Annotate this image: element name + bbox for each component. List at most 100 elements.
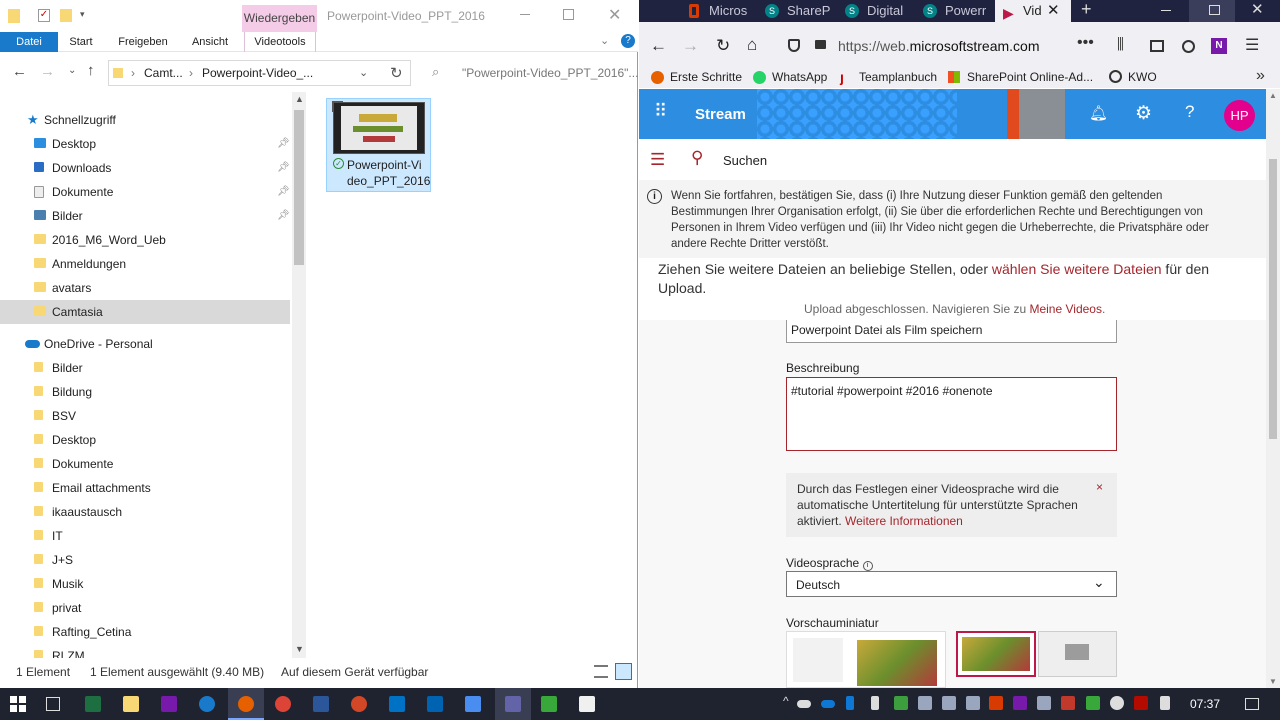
avatar[interactable]: HP [1224,100,1255,131]
home-icon[interactable]: ⌂ [747,35,757,55]
app-launcher-icon[interactable]: ⠿ [654,101,667,122]
help-question-icon[interactable]: ? [1185,102,1194,122]
tab-freigeben[interactable]: Freigeben [112,32,174,52]
acrobat-tray-icon[interactable] [1134,696,1148,710]
chrome-icon[interactable] [275,696,291,712]
snagit-icon[interactable] [579,696,595,712]
shield-icon[interactable] [788,39,800,52]
tab-microsoft[interactable]: Micros [689,0,769,22]
volume-icon[interactable] [966,696,980,710]
url-field[interactable]: https://web.microsoftstream.com [838,38,1040,54]
tray-chevron-icon[interactable]: ^ [783,694,789,708]
onenote-icon[interactable]: N [1211,38,1227,54]
quick-access-item[interactable]: Desktop 📌︎ [0,132,290,156]
onedrive-item[interactable]: privat [0,596,290,620]
pin-icon[interactable]: 📌︎ [277,132,290,156]
scroll-down-icon[interactable]: ▼ [295,644,304,654]
breadcrumb-current[interactable]: Powerpoint-Video_... [202,66,313,80]
quick-access-dropdown-icon[interactable]: ▾ [80,9,85,20]
maximize-button[interactable] [1189,0,1235,22]
onedrive-tray-icon[interactable] [797,700,811,708]
close-tab-icon[interactable]: ✕ [1047,0,1060,22]
onenote-tray-icon[interactable] [1013,696,1027,710]
pen-tray-icon[interactable] [1160,696,1170,710]
more-info-link[interactable]: Weitere Informationen [845,514,963,528]
tab-video-active[interactable]: ▶ Vid ✕ [995,0,1071,22]
outlook-icon[interactable] [389,696,405,712]
teams-taskbar-button[interactable] [495,688,531,720]
close-info-icon[interactable]: × [1096,480,1103,494]
back-arrow-icon[interactable]: ← [12,63,27,80]
onenote-icon[interactable] [161,696,177,712]
hamburger-menu-icon[interactable]: ☰ [650,150,665,170]
onedrive-item[interactable]: BSV [0,404,290,428]
scroll-up-icon[interactable]: ▲ [1269,91,1277,100]
minimize-icon[interactable] [520,14,530,15]
thumbnail-option[interactable] [786,631,946,688]
quick-access-item[interactable]: avatars [0,276,290,300]
pin-icon[interactable]: 📌︎ [277,204,290,228]
quick-access-item[interactable]: Anmeldungen [0,252,290,276]
minimize-icon[interactable] [1161,10,1171,11]
bookmark-whatsapp[interactable]: WhatsApp [753,69,827,85]
file-explorer-icon[interactable] [123,696,139,712]
office-tray-icon[interactable] [989,696,1003,710]
network-icon[interactable] [918,696,932,710]
quick-access-item[interactable]: Downloads 📌︎ [0,156,290,180]
camtasia-icon[interactable] [541,696,557,712]
language-select[interactable]: Deutsch ⌄ [786,571,1117,597]
address-dropdown-icon[interactable]: ⌄ [359,66,368,79]
onedrive-item[interactable]: Rafting_Cetina [0,620,290,644]
app-name[interactable]: Stream [695,106,746,123]
usb-icon[interactable] [871,696,879,710]
excel-icon[interactable] [85,696,101,712]
search-icon[interactable]: ⚲ [691,148,703,168]
thumbnail-option[interactable] [1038,631,1117,677]
vertical-scrollbar[interactable]: ▲ ▼ [292,92,306,658]
onedrive-header[interactable]: OneDrive - Personal [0,332,290,356]
recent-dropdown-icon[interactable]: ⌄ [68,65,76,76]
app-tray-icon[interactable] [1061,696,1075,710]
maximize-icon[interactable] [563,9,574,20]
search-box[interactable]: ⌕ "Powerpoint-Video_PPT_2016"... [422,60,638,86]
quick-access-item[interactable]: Dokumente 📌︎ [0,180,290,204]
scroll-up-icon[interactable]: ▲ [295,94,304,104]
clock[interactable]: 07:37 [1190,697,1220,711]
display-icon[interactable] [942,696,956,710]
address-bar[interactable]: › Camt... › Powerpoint-Video_... ⌄ ↻ [108,60,411,86]
forward-arrow-icon[interactable]: → [682,36,699,56]
word-icon[interactable] [313,696,329,712]
bookmark-erste-schritte[interactable]: Erste Schritte [651,69,742,85]
tab-videotools[interactable]: Videotools [244,32,316,52]
menu-icon[interactable]: ☰ [1245,35,1259,55]
photos-icon[interactable] [427,696,443,712]
tab-ansicht[interactable]: Ansicht [184,32,236,52]
help-icon[interactable]: ? [621,34,635,48]
my-videos-link[interactable]: Meine Videos [1029,302,1102,316]
camtasia-tray-icon[interactable] [1086,696,1100,710]
notifications-icon[interactable]: 🔔︎ [1089,104,1108,122]
reload-icon[interactable]: ↻ [716,36,730,56]
sync-tray-icon[interactable] [1110,696,1124,710]
onedrive-item[interactable]: Dokumente [0,452,290,476]
choose-files-link[interactable]: wählen Sie weitere Dateien [992,261,1162,277]
notification-center-icon[interactable] [1245,698,1259,710]
onedrive-item[interactable]: Bilder [0,356,290,380]
tab-sharepoint[interactable]: S ShareP [765,0,845,22]
quick-access-item[interactable]: 2016_M6_Word_Ueb [0,228,290,252]
pin-icon[interactable]: 📌︎ [277,156,290,180]
tab-powerpoint[interactable]: S Powerr [923,0,1003,22]
bluetooth-icon[interactable] [846,696,854,710]
page-actions-icon[interactable]: ••• [1077,34,1094,52]
refresh-icon[interactable]: ↻ [390,64,403,82]
new-tab-icon[interactable]: + [1081,0,1092,20]
windows-start-icon[interactable] [10,696,26,712]
bookmark-kwo[interactable]: KWO [1109,69,1157,85]
quick-access-item[interactable]: Bilder 📌︎ [0,204,290,228]
quick-access-header[interactable]: ★ Schnellzugriff [0,108,290,132]
onedrive-item[interactable]: Musik [0,572,290,596]
tab-start[interactable]: Start [60,32,102,52]
pin-icon[interactable]: 📌︎ [277,180,290,204]
powerpoint-icon[interactable] [351,696,367,712]
up-arrow-icon[interactable]: ↑ [87,62,95,79]
